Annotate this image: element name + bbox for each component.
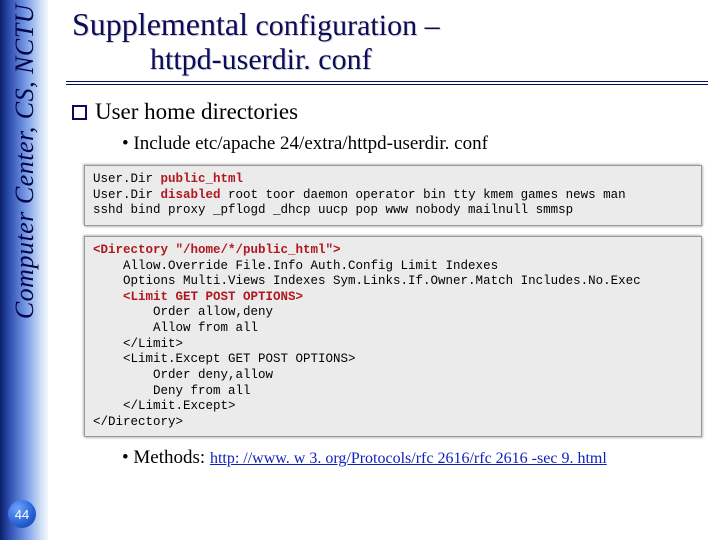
square-bullet-icon (72, 105, 87, 120)
code-directive: <Directory (93, 243, 176, 257)
page-number-badge: 44 (8, 500, 36, 528)
code-text: User.Dir (93, 188, 161, 202)
code-text: </Limit.Except> (93, 399, 236, 413)
methods-label: Methods: (133, 447, 210, 468)
institution-label: Computer Center, CS, NCTU (10, 4, 40, 319)
code-keyword: public_html (161, 172, 244, 186)
bullet-methods: • Methods: http: //www. w 3. org/Protoco… (122, 447, 708, 469)
slide-title: Supplemental configuration – (72, 6, 708, 43)
code-text: root toor daemon operator bin tty kmem g… (221, 188, 626, 202)
code-text: Allow from all (93, 321, 258, 335)
title-block: Supplemental configuration – httpd-userd… (66, 6, 708, 85)
bullet-include: Include etc/apache 24/extra/httpd-userdi… (122, 133, 708, 155)
sidebar: Computer Center, CS, NCTU 44 (0, 0, 48, 540)
methods-link[interactable]: http: //www. w 3. org/Protocols/rfc 2616… (210, 450, 607, 467)
code-text: Order deny,allow (93, 368, 273, 382)
title-main: Supplemental (72, 6, 248, 42)
code-text: Order allow,deny (93, 305, 273, 319)
section-heading-text: User home directories (95, 99, 298, 124)
code-keyword: disabled (161, 188, 221, 202)
code-text: Allow.Override File.Info Auth.Config Lim… (93, 259, 498, 273)
code-block-userdir: User.Dir public_html User.Dir disabled r… (84, 165, 702, 226)
code-text: Options Multi.Views Indexes Sym.Links.If… (93, 274, 641, 288)
code-indent (93, 290, 123, 304)
title-tail: configuration – (248, 9, 440, 42)
code-text: </Directory> (93, 415, 183, 429)
code-directive: "/home/*/public_html"> (176, 243, 341, 257)
section-heading: User home directories (72, 99, 708, 125)
code-directive: <Limit GET POST OPTIONS> (123, 290, 303, 304)
code-block-directory: <Directory "/home/*/public_html"> Allow.… (84, 236, 702, 438)
code-text: </Limit> (93, 337, 183, 351)
code-text: Deny from all (93, 384, 251, 398)
code-text: <Limit.Except GET POST OPTIONS> (93, 352, 356, 366)
slide-subtitle: httpd-userdir. conf (150, 43, 708, 77)
main-content: Supplemental configuration – httpd-userd… (48, 0, 720, 540)
slide: Computer Center, CS, NCTU 44 Supplementa… (0, 0, 720, 540)
section: User home directories Include etc/apache… (66, 99, 708, 155)
code-text: sshd bind proxy _pflogd _dhcp uucp pop w… (93, 203, 573, 217)
code-text: User.Dir (93, 172, 161, 186)
